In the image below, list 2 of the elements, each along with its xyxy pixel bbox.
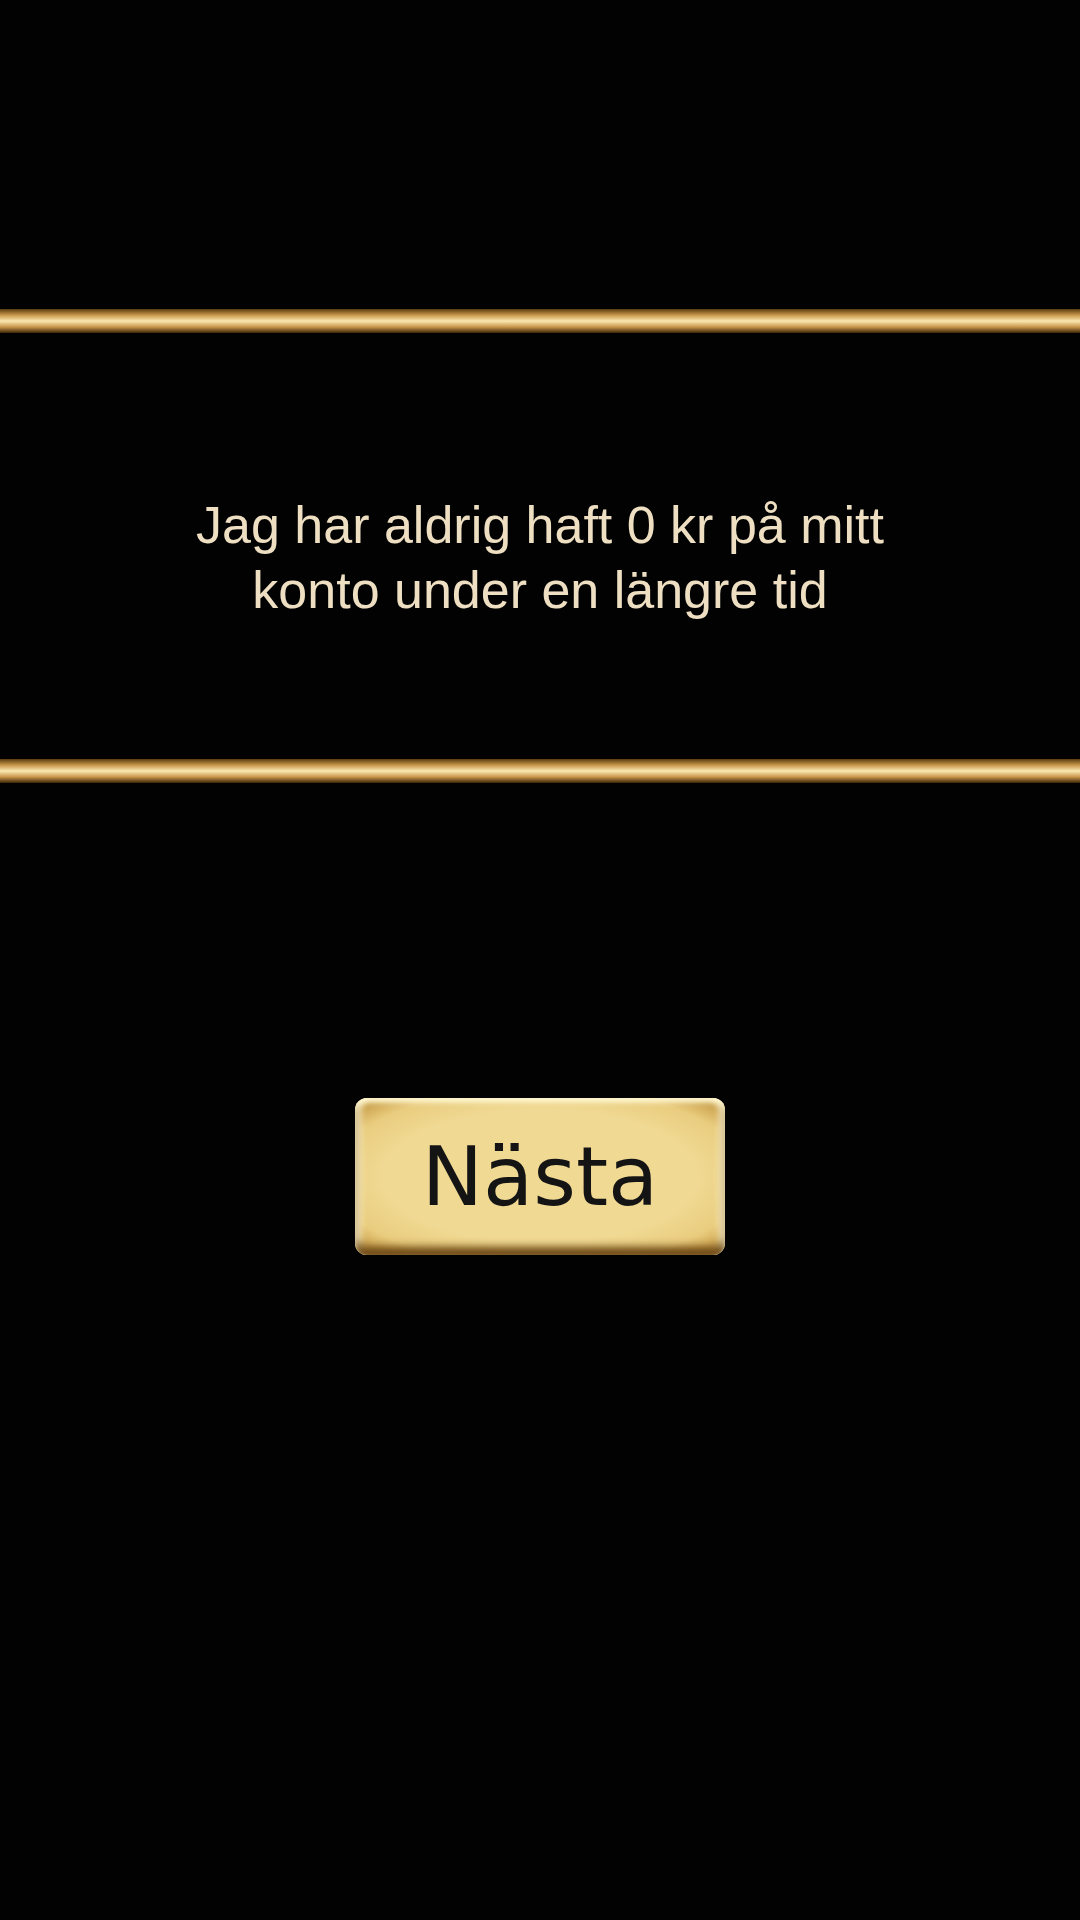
next-button[interactable]: Nästa [355, 1098, 725, 1255]
statement-text: Jag har aldrig haft 0 kr på mitt konto under en längre tid [195, 495, 885, 621]
